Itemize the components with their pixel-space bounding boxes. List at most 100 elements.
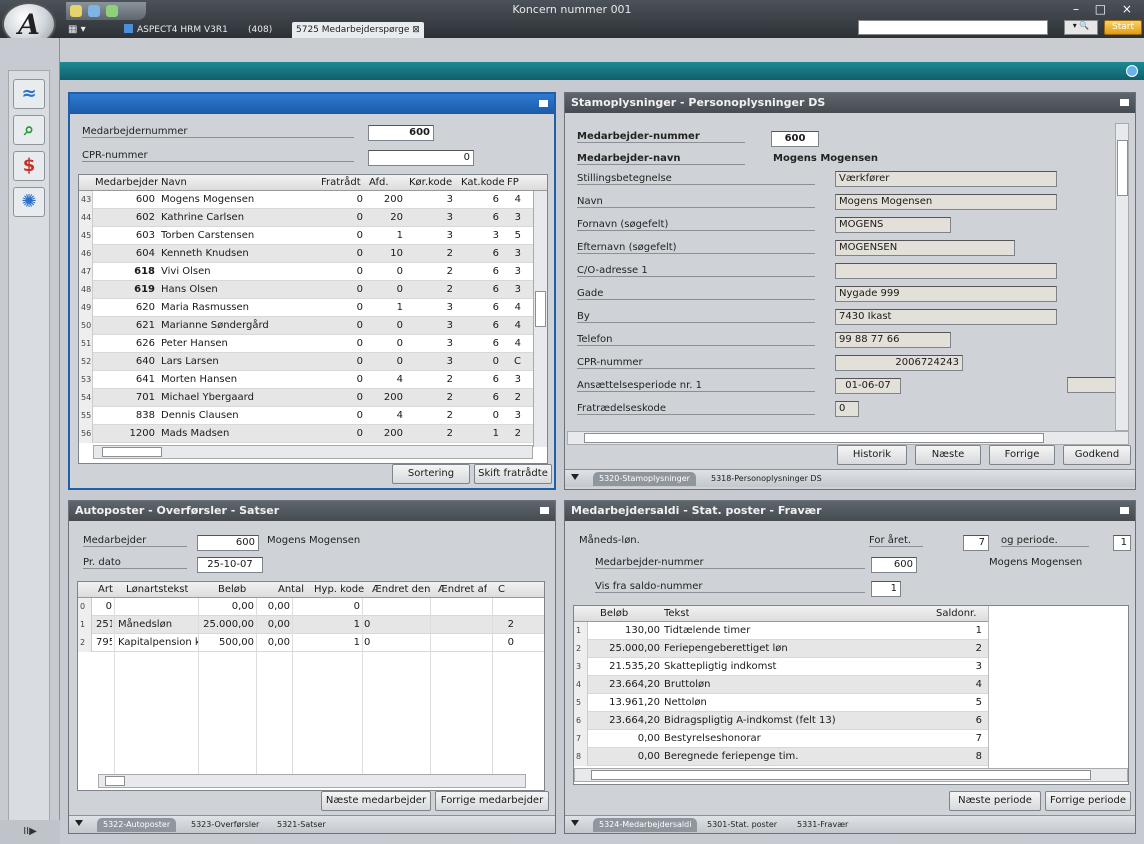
tab-medarbejdersaldi[interactable]: 5324-Medarbejdersaldi bbox=[593, 818, 698, 832]
field-value[interactable]: Nygade 999 bbox=[835, 286, 1057, 302]
table-row[interactable]: 51 626 Peter Hansen 0 0 3 6 4 bbox=[79, 335, 547, 353]
tab-stamoplysninger[interactable]: 5320-Stamoplysninger bbox=[593, 472, 696, 486]
year-input[interactable]: 7 bbox=[963, 535, 989, 551]
field-value[interactable]: Mogens Mogensen bbox=[835, 194, 1057, 210]
col-header-amount[interactable]: Beløb bbox=[218, 582, 246, 598]
date-input[interactable]: 25-10-07 bbox=[197, 557, 263, 573]
previous-employee-button[interactable]: Forrige medarbejder bbox=[435, 791, 549, 811]
table-row[interactable]: 50 621 Marianne Søndergård 0 0 3 6 4 bbox=[79, 317, 547, 335]
close-tab-icon[interactable]: ⊠ bbox=[412, 25, 420, 35]
col-header-drive-code[interactable]: Kør.kode bbox=[409, 175, 452, 191]
scroll-thumb[interactable] bbox=[1117, 140, 1128, 196]
col-header-employee[interactable]: Medarbejder bbox=[95, 175, 158, 191]
sort-button[interactable]: Sortering bbox=[392, 464, 470, 484]
maximize-icon[interactable] bbox=[540, 507, 549, 514]
field-value[interactable]: 0 bbox=[835, 401, 859, 417]
folder-icon[interactable] bbox=[70, 5, 82, 17]
col-header-cat-code[interactable]: Kat.kode bbox=[461, 175, 505, 191]
period-input[interactable]: 1 bbox=[1113, 535, 1131, 551]
tab-fravaer[interactable]: 5331-Fravær bbox=[791, 818, 854, 832]
maximize-icon[interactable] bbox=[1120, 99, 1129, 106]
table-row[interactable]: 3 21.535,20 Skattepligtig indkomst 3 bbox=[574, 658, 988, 676]
scroll-thumb[interactable] bbox=[535, 291, 546, 327]
table-row[interactable]: 0 0 0,00 0,00 0 bbox=[78, 598, 544, 616]
col-header-freq-code[interactable]: Hyp. kode bbox=[314, 582, 364, 598]
field-value[interactable] bbox=[835, 263, 1057, 279]
table-row[interactable]: 55 838 Dennis Clausen 0 4 2 0 3 bbox=[79, 407, 547, 425]
flow-icon[interactable]: ≈ bbox=[13, 79, 45, 109]
field-value[interactable]: 01-06-07 bbox=[835, 378, 901, 394]
table-row[interactable]: 44 602 Kathrine Carlsen 0 20 3 6 3 bbox=[79, 209, 547, 227]
field-value-extra[interactable] bbox=[1067, 377, 1117, 393]
maximize-icon[interactable] bbox=[539, 100, 548, 107]
col-header-name[interactable]: Navn bbox=[161, 175, 187, 191]
tab-medarbejderspoerge[interactable]: 5725 Medarbejderspørge ⊠ bbox=[292, 22, 424, 38]
search-icon[interactable]: ⌕ bbox=[13, 115, 45, 145]
start-button[interactable]: Start bbox=[1104, 20, 1142, 35]
vertical-scrollbar[interactable] bbox=[533, 191, 547, 447]
col-header-quantity[interactable]: Antal bbox=[278, 582, 304, 598]
col-header-art[interactable]: Art bbox=[98, 582, 113, 598]
field-value[interactable]: 2006724243 bbox=[835, 355, 963, 371]
col-header-balance-no[interactable]: Saldonr. bbox=[936, 606, 976, 622]
next-period-button[interactable]: Næste periode bbox=[949, 791, 1041, 811]
add-icon[interactable] bbox=[106, 5, 118, 17]
chevron-down-icon[interactable] bbox=[571, 474, 579, 480]
tab-autoposter[interactable]: 5322-Autoposter bbox=[97, 818, 177, 832]
col-header-changed-on[interactable]: Ændret den bbox=[372, 582, 430, 598]
table-row[interactable]: 52 640 Lars Larsen 0 0 3 0 C bbox=[79, 353, 547, 371]
table-row[interactable]: 48 619 Hans Olsen 0 0 2 6 3 bbox=[79, 281, 547, 299]
table-row[interactable]: 1 130,00 Tidtælende timer 1 bbox=[574, 622, 988, 640]
horizontal-scrollbar[interactable] bbox=[574, 768, 1128, 782]
settings-icon[interactable]: ✺ bbox=[13, 187, 45, 217]
search-dropdown[interactable]: ▾ 🔍 bbox=[1064, 20, 1098, 35]
chevron-down-icon[interactable] bbox=[571, 820, 579, 826]
employee-number-input[interactable]: 600 bbox=[871, 557, 917, 573]
grid-menu-icon[interactable]: ▦ ▾ bbox=[68, 22, 86, 38]
refresh-icon[interactable] bbox=[88, 5, 100, 17]
table-row[interactable]: 47 618 Vivi Olsen 0 0 2 6 3 bbox=[79, 263, 547, 281]
table-row[interactable]: 6 23.664,20 Bidragspligtig A-indkomst (fel… bbox=[574, 712, 988, 730]
toggle-terminated-button[interactable]: Skift fratrådte bbox=[474, 464, 552, 484]
window-controls[interactable]: – □ × bbox=[1073, 2, 1138, 16]
table-row[interactable]: 43 600 Mogens Mogensen 0 200 3 6 4 bbox=[79, 191, 547, 209]
table-row[interactable]: 27950Kapitalpension kr.500,000,00100 bbox=[78, 634, 544, 652]
table-row[interactable]: 45 603 Torben Carstensen 0 1 3 3 5 bbox=[79, 227, 547, 245]
hscroll-thumb[interactable] bbox=[102, 447, 162, 457]
horizontal-scrollbar[interactable] bbox=[93, 445, 533, 459]
previous-button[interactable]: Forrige bbox=[989, 445, 1055, 465]
sidebar-toggle[interactable]: II▶ bbox=[0, 820, 60, 844]
table-row[interactable]: 56 1200 Mads Madsen 0 200 2 1 2 bbox=[79, 425, 547, 443]
field-value[interactable]: MOGENS bbox=[835, 217, 951, 233]
cpr-input[interactable]: 0 bbox=[368, 150, 474, 166]
vertical-scrollbar[interactable] bbox=[1115, 123, 1129, 431]
help-icon[interactable] bbox=[1126, 65, 1138, 77]
col-header-text[interactable]: Tekst bbox=[664, 606, 689, 622]
tab-overfoersler[interactable]: 5323-Overførsler bbox=[185, 818, 265, 832]
next-employee-button[interactable]: Næste medarbejder bbox=[321, 791, 431, 811]
history-button[interactable]: Historik bbox=[837, 445, 907, 465]
col-header-dept[interactable]: Afd. bbox=[369, 175, 389, 191]
field-value[interactable]: Værkfører bbox=[835, 171, 1057, 187]
table-row[interactable]: 8 0,00 Beregnede feriepenge tim. 8 bbox=[574, 748, 988, 766]
col-header-fp[interactable]: FP bbox=[507, 175, 519, 191]
hscroll-thumb[interactable] bbox=[584, 433, 1044, 443]
table-row[interactable]: 49 620 Maria Rasmussen 0 1 3 6 4 bbox=[79, 299, 547, 317]
col-header-changed-by[interactable]: Ændret af bbox=[438, 582, 487, 598]
employee-input[interactable]: 600 bbox=[197, 535, 259, 551]
tab-count[interactable]: (408) bbox=[248, 22, 272, 38]
field-value[interactable]: 99 88 77 66 bbox=[835, 332, 951, 348]
employee-number-input[interactable]: 600 bbox=[368, 125, 434, 141]
tab-satser[interactable]: 5321-Satser bbox=[271, 818, 332, 832]
tab-aspect4[interactable]: ASPECT4 HRM V3R1 bbox=[124, 22, 228, 38]
horizontal-scrollbar[interactable] bbox=[567, 431, 1129, 445]
field-value[interactable]: MOGENSEN bbox=[835, 240, 1015, 256]
tab-personoplysninger[interactable]: 5318-Personoplysninger DS bbox=[705, 472, 828, 486]
table-row[interactable]: 5 13.961,20 Nettoløn 5 bbox=[574, 694, 988, 712]
table-row[interactable]: 54 701 Michael Ybergaard 0 200 2 6 2 bbox=[79, 389, 547, 407]
hscroll-thumb[interactable] bbox=[591, 770, 1091, 780]
field-value[interactable]: 7430 Ikast bbox=[835, 309, 1057, 325]
col-header-c[interactable]: C bbox=[498, 582, 505, 598]
table-row[interactable]: 4 23.664,20 Bruttoløn 4 bbox=[574, 676, 988, 694]
search-input[interactable] bbox=[858, 20, 1048, 35]
